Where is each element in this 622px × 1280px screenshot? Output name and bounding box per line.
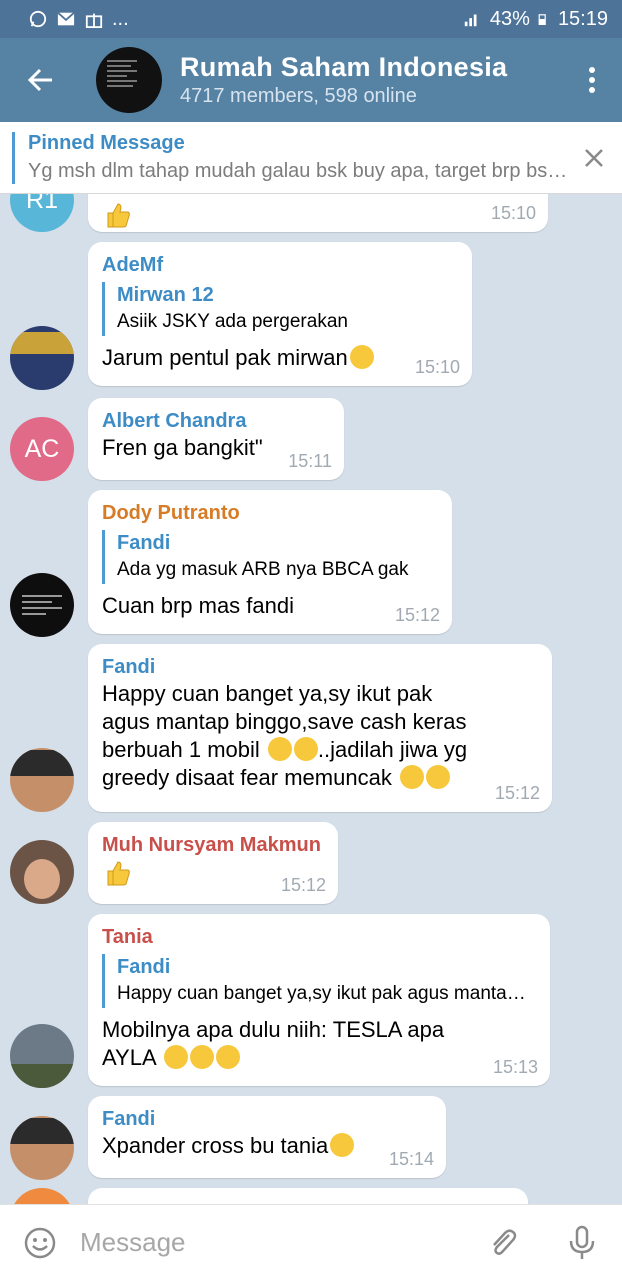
- pinned-text: Yg msh dlm tahap mudah galau bsk buy apa…: [28, 160, 568, 182]
- sender-name[interactable]: Fandi: [102, 654, 538, 680]
- message-text: Jarum pentul pak mirwan: [102, 345, 348, 370]
- chat-header: Rumah Saham Indonesia 4717 members, 598 …: [0, 38, 622, 122]
- chat-subtitle: 4717 members, 598 online: [180, 85, 417, 107]
- message-bubble[interactable]: Albert Chandra Fren ga bangkit" 15:11: [88, 398, 344, 480]
- gift-icon: [85, 13, 103, 28]
- avatar[interactable]: [10, 1024, 74, 1088]
- rofl-emoji-icon: [189, 1045, 214, 1069]
- avatar[interactable]: [10, 840, 74, 904]
- status-bar: ... 43% 15:19: [0, 0, 622, 38]
- quote-sender: Fandi: [117, 956, 171, 978]
- attach-button[interactable]: [462, 1205, 542, 1280]
- more-vert-icon: [589, 67, 595, 93]
- smile-emoji-icon: [330, 1133, 355, 1157]
- mail-icon: [57, 12, 75, 26]
- status-more: ...: [112, 7, 129, 30]
- heart-eyes-emoji-icon: [267, 737, 292, 761]
- message-bubble[interactable]: Dody Putranto Fandi Ada yg masuk ARB nya…: [88, 490, 452, 634]
- more-menu-button[interactable]: [562, 38, 622, 122]
- message-time: 15:11: [288, 451, 332, 471]
- star-struck-emoji-icon: [293, 737, 318, 761]
- sender-name[interactable]: Tania: [102, 924, 536, 950]
- message-bubble[interactable]: Fandi Happy cuan banget ya,sy ikut pak a…: [88, 644, 552, 812]
- emoji-icon: [24, 1227, 56, 1258]
- avatar[interactable]: [10, 1188, 74, 1204]
- message-bubble[interactable]: [88, 1188, 528, 1204]
- mic-icon: [569, 1225, 595, 1259]
- chat-info[interactable]: Rumah Saham Indonesia 4717 members, 598 …: [180, 51, 562, 109]
- quote-sender: Mirwan 12: [117, 284, 214, 306]
- message-composer: Message: [0, 1204, 622, 1280]
- avatar[interactable]: R1: [10, 194, 74, 232]
- message-text: Xpander cross bu tania: [102, 1133, 329, 1158]
- quote-sender: Fandi: [117, 532, 171, 554]
- voice-button[interactable]: [542, 1205, 622, 1280]
- reply-quote[interactable]: Fandi Happy cuan banget ya,sy ikut pak a…: [102, 954, 536, 1008]
- avatar[interactable]: [10, 573, 74, 637]
- joy-emoji-icon: [399, 765, 424, 789]
- close-icon[interactable]: [580, 144, 608, 172]
- whatsapp-icon: [29, 10, 47, 28]
- avatar[interactable]: [10, 1116, 74, 1180]
- back-arrow-icon: [27, 68, 52, 92]
- message-text: Cuan brp mas fandi: [102, 593, 294, 618]
- message-time: 15:12: [280, 875, 326, 895]
- rofl-emoji-icon: [215, 1045, 240, 1069]
- attach-icon: [493, 1228, 517, 1255]
- avatar[interactable]: [10, 326, 74, 390]
- message-time: 15:10: [414, 357, 460, 377]
- message-list[interactable]: R1 15:10 AdeMf Mirwan 12 Asiik JSKY ada …: [0, 194, 622, 1204]
- sender-name[interactable]: Dody Putranto: [102, 500, 438, 526]
- quote-text: Happy cuan banget ya,sy ikut pak agus ma…: [117, 983, 536, 1004]
- thumbs-up-icon: [425, 765, 450, 789]
- rofl-emoji-icon: [163, 1045, 188, 1069]
- thumbs-up-icon: [107, 203, 130, 228]
- message-bubble[interactable]: Tania Fandi Happy cuan banget ya,sy ikut…: [88, 914, 550, 1086]
- message-bubble[interactable]: Muh Nursyam Makmun 15:12: [88, 822, 338, 904]
- message-time: 15:12: [494, 783, 540, 803]
- message-text: Happy cuan banget ya,sy ikut pak agus ma…: [102, 681, 468, 790]
- back-button[interactable]: [0, 38, 80, 122]
- message-time: 15:10: [490, 203, 536, 223]
- sender-name[interactable]: Muh Nursyam Makmun: [102, 832, 324, 858]
- quote-text: Asiik JSKY ada pergerakan: [117, 311, 348, 332]
- avatar[interactable]: AC: [10, 417, 74, 481]
- message-time: 15:13: [492, 1057, 538, 1077]
- message-time: 15:14: [388, 1149, 434, 1169]
- message-bubble[interactable]: AdeMf Mirwan 12 Asiik JSKY ada pergeraka…: [88, 242, 472, 386]
- battery-level: 43%: [489, 7, 530, 30]
- emoji-button[interactable]: [0, 1205, 80, 1280]
- battery-icon: [538, 14, 546, 25]
- avatar[interactable]: [10, 748, 74, 812]
- reply-quote[interactable]: Mirwan 12 Asiik JSKY ada pergerakan: [102, 282, 458, 336]
- pinned-accent-bar: [12, 132, 15, 184]
- message-input[interactable]: Message: [80, 1227, 462, 1258]
- pinned-label: Pinned Message: [28, 132, 185, 154]
- reply-quote[interactable]: Fandi Ada yg masuk ARB nya BBCA gak: [102, 530, 438, 584]
- chat-title: Rumah Saham Indonesia: [180, 52, 508, 82]
- thumbs-up-icon: [107, 861, 130, 886]
- message-bubble[interactable]: 15:10: [88, 194, 548, 232]
- message-time: 15:12: [394, 605, 440, 625]
- message-text: Mobilnya apa dulu niih: TESLA apa AYLA: [102, 1017, 445, 1070]
- sender-name[interactable]: AdeMf: [102, 252, 458, 278]
- quote-text: Ada yg masuk ARB nya BBCA gak: [117, 559, 409, 580]
- message-bubble[interactable]: Fandi Xpander cross bu tania 15:14: [88, 1096, 446, 1178]
- sender-name[interactable]: Albert Chandra: [102, 408, 330, 434]
- pinned-message[interactable]: Pinned Message Yg msh dlm tahap mudah ga…: [0, 122, 622, 194]
- sender-name[interactable]: Fandi: [102, 1106, 432, 1132]
- group-avatar[interactable]: [96, 47, 162, 113]
- signal-icon: [464, 14, 477, 27]
- status-time: 15:19: [557, 7, 608, 30]
- smile-emoji-icon: [349, 345, 374, 369]
